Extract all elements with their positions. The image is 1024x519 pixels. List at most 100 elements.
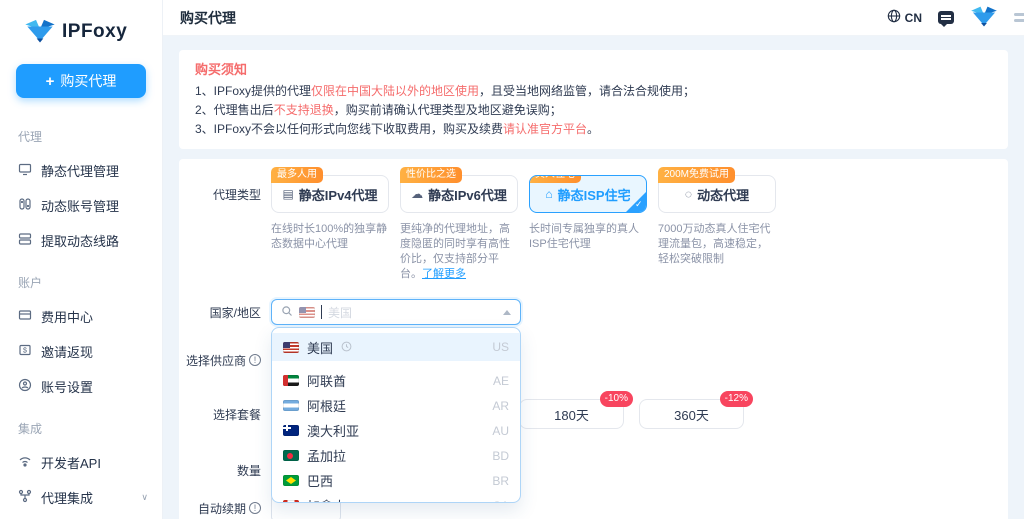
country-code: BR: [492, 474, 509, 488]
logo-text: IPFoxy: [62, 21, 127, 43]
svg-text:$: $: [23, 348, 27, 355]
language-code: CN: [905, 11, 922, 25]
country-code: BD: [492, 449, 509, 463]
main-content: 购买须知 1、IPFoxy提供的代理仅限在中国大陆以外的地区使用，且受当地网络监…: [163, 36, 1024, 519]
sidebar-item-static-proxy[interactable]: 静态代理管理: [18, 161, 162, 180]
nav-section-proxy: 代理: [18, 128, 162, 145]
discount-badge: -10%: [600, 391, 633, 407]
fox-logo-icon: [24, 18, 56, 46]
purchase-form: 代理类型 最多人用 ▤ 静态IPv4代理 在线时长100%的独享静态数据中心代理…: [179, 159, 1008, 519]
plan-option-180d[interactable]: 180天 -10%: [519, 399, 624, 429]
proxy-type-card-ipv4[interactable]: 最多人用 ▤ 静态IPv4代理: [271, 175, 389, 213]
country-dropdown: 美国 US 阿联酋 AE 阿根廷 AR: [271, 327, 521, 503]
nav-section-account: 账户: [18, 274, 162, 291]
server-icon: ▤: [282, 187, 293, 201]
search-icon: [281, 305, 293, 320]
integration-icon: [18, 489, 32, 506]
buy-proxy-label: 购买代理: [60, 71, 116, 91]
country-option-ar[interactable]: 阿根廷 AR: [272, 393, 520, 418]
settings-icon: [18, 378, 32, 395]
proxy-type-card-isp[interactable]: 真人住宅 ⌂ 静态ISP住宅 ✓: [529, 175, 647, 213]
globe-icon: [887, 9, 901, 26]
country-name: 孟加拉: [307, 446, 346, 465]
language-switcher[interactable]: CN: [887, 9, 922, 26]
card-title: 静态ISP住宅: [558, 185, 631, 204]
text-cursor: [321, 305, 322, 319]
dashed-circle-icon: ◌: [685, 187, 692, 201]
country-code: US: [492, 340, 509, 354]
info-icon[interactable]: !: [249, 354, 261, 366]
flag-bd-icon: [283, 450, 299, 461]
country-option-br[interactable]: 巴西 BR: [272, 468, 520, 493]
sidebar-item-developer-api[interactable]: 开发者API: [18, 453, 162, 472]
sidebar-item-billing-center[interactable]: 费用中心: [18, 307, 162, 326]
country-name: 加拿大: [307, 496, 346, 503]
info-icon[interactable]: !: [249, 502, 261, 514]
user-info-truncated: [1014, 10, 1024, 25]
country-option-ca[interactable]: 加拿大 CA: [272, 493, 520, 503]
plan-label: 选择套餐: [179, 406, 261, 423]
learn-more-link[interactable]: 了解更多: [422, 268, 466, 280]
sidebar-item-proxy-integration[interactable]: 代理集成 ∨: [18, 488, 162, 507]
country-option-bd[interactable]: 孟加拉 BD: [272, 443, 520, 468]
proxy-type-label: 代理类型: [179, 186, 261, 203]
country-code: AR: [492, 399, 509, 413]
badge-most-popular: 最多人用: [271, 167, 323, 183]
notice-line-1: 1、IPFoxy提供的代理仅限在中国大陆以外的地区使用，且受当地网络监管，请合法…: [195, 82, 992, 101]
chevron-up-icon: [503, 310, 511, 315]
flag-us-icon: [283, 342, 299, 353]
flag-br-icon: [283, 475, 299, 486]
flag-au-icon: [283, 425, 299, 436]
purchase-notice: 购买须知 1、IPFoxy提供的代理仅限在中国大陆以外的地区使用，且受当地网络监…: [179, 50, 1008, 149]
card-desc: 在线时长100%的独享静态数据中心代理: [271, 222, 389, 252]
nav-section-integration: 集成: [18, 420, 162, 437]
plan-name: 360天: [674, 405, 709, 424]
api-icon: [18, 454, 32, 471]
country-name: 阿联酋: [307, 371, 346, 390]
lines-icon: [18, 232, 32, 249]
card-title: 静态IPv4代理: [299, 185, 378, 204]
card-title: 静态IPv6代理: [428, 185, 507, 204]
nav-label: 开发者API: [41, 453, 101, 472]
chat-icon[interactable]: [938, 11, 954, 24]
sidebar-item-account-settings[interactable]: 账号设置: [18, 377, 162, 396]
country-select-input[interactable]: 美国: [271, 299, 521, 325]
country-name: 巴西: [307, 471, 333, 490]
country-option-au[interactable]: 澳大利亚 AU: [272, 418, 520, 443]
card-desc: 7000万动态真人住宅代理流量包，高速稳定，轻松突破限制: [658, 222, 776, 267]
chevron-down-icon: ∨: [141, 492, 148, 503]
country-option-ae[interactable]: 阿联酋 AE: [272, 368, 520, 393]
nav-label: 提取动态线路: [41, 231, 119, 250]
auto-renew-label: 自动续期!: [179, 500, 261, 517]
wallet-icon: [18, 308, 32, 325]
selected-check-icon: ✓: [626, 192, 646, 212]
recent-clock-icon: [341, 340, 352, 355]
sidebar-item-extract-lines[interactable]: 提取动态线路: [18, 231, 162, 250]
country-name: 阿根廷: [307, 396, 346, 415]
badge-free-trial: 200M免费试用: [658, 167, 735, 183]
country-label: 国家/地区: [179, 304, 261, 321]
proxy-type-card-dynamic[interactable]: 200M免费试用 ◌ 动态代理: [658, 175, 776, 213]
sidebar: IPFoxy + 购买代理 代理 静态代理管理 动态账号管理 提取动态线路 账户…: [0, 0, 163, 519]
card-desc: 更纯净的代理地址，高度隐匿的同时享有高性价比，仅支持部分平台。了解更多: [400, 222, 518, 282]
proxy-type-card-ipv6[interactable]: 性价比之选 ☁ 静态IPv6代理: [400, 175, 518, 213]
sidebar-item-invite-rebate[interactable]: $ 邀请返现: [18, 342, 162, 361]
badge-real-residential: 真人住宅: [529, 175, 581, 183]
fox-logo-icon[interactable]: [970, 5, 998, 30]
home-icon: ⌂: [545, 187, 552, 201]
country-code: AE: [493, 374, 509, 388]
selected-country-flag: [299, 307, 315, 318]
supplier-label: 选择供应商!: [179, 352, 261, 369]
country-option-us[interactable]: 美国 US: [272, 333, 520, 361]
sidebar-item-dynamic-account[interactable]: 动态账号管理: [18, 196, 162, 215]
nav-label: 账号设置: [41, 377, 93, 396]
app-logo: IPFoxy: [0, 0, 162, 46]
buy-proxy-button[interactable]: + 购买代理: [16, 64, 146, 98]
country-name: 美国: [307, 338, 333, 357]
flag-ae-icon: [283, 375, 299, 386]
nav-label: 邀请返现: [41, 342, 93, 361]
discount-badge: -12%: [720, 391, 753, 407]
country-code: CA: [492, 499, 509, 504]
card-title: 动态代理: [697, 185, 749, 204]
plan-option-360d[interactable]: 360天 -12%: [639, 399, 744, 429]
